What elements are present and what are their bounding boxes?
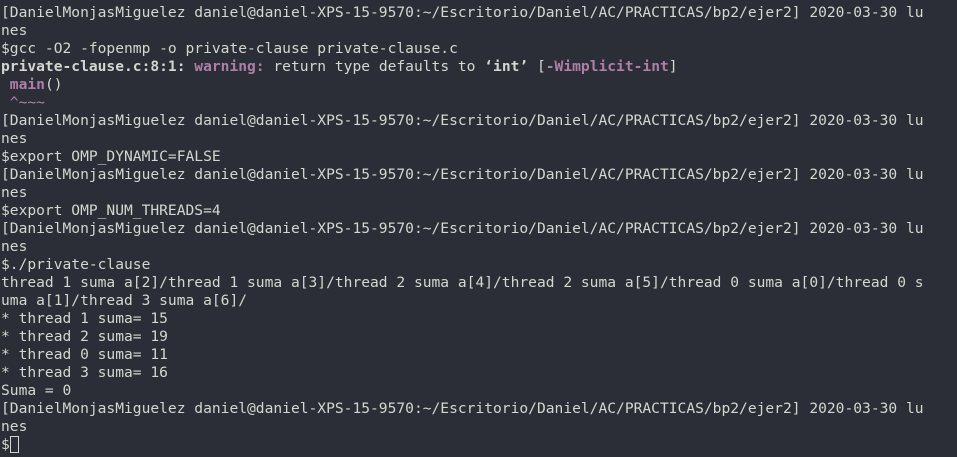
export-threads-command: $export OMP_NUM_THREADS=4: [1, 202, 221, 219]
text-cursor[interactable]: [9, 436, 19, 453]
export-dynamic-command: $export OMP_DYNAMIC=FALSE: [1, 148, 221, 165]
source-parens: (): [44, 76, 63, 93]
warning-text: return type defaults to: [264, 58, 485, 75]
prompt-header-wrap: nes: [1, 22, 28, 39]
prompt-symbol: $: [1, 436, 10, 453]
prompt-header-wrap: nes: [1, 184, 28, 201]
thread-sum-line: * thread 1 suma= 15: [1, 310, 168, 327]
thread-output-line: uma a[1]/thread 3 suma a[6]/: [1, 292, 248, 309]
prompt-header: [DanielMonjasMiguelez daniel@daniel-XPS-…: [1, 112, 924, 129]
source-line: main(): [1, 76, 957, 94]
warning-flag: -Wimplicit-int: [545, 58, 669, 75]
compiler-warning: private-clause.c:8:1: warning: return ty…: [1, 58, 957, 76]
warning-flag-open: [: [528, 58, 546, 75]
warning-type: ‘int’: [484, 58, 529, 75]
run-command: $./private-clause: [1, 256, 151, 273]
source-function: main: [9, 76, 45, 93]
thread-sum-line: * thread 0 suma= 11: [1, 346, 168, 363]
current-prompt[interactable]: $: [1, 436, 957, 454]
thread-sum-line: * thread 2 suma= 19: [1, 328, 168, 345]
total-sum-line: Suma = 0: [1, 382, 72, 399]
thread-sum-line: * thread 3 suma= 16: [1, 364, 168, 381]
gcc-command: $gcc -O2 -fopenmp -o private-clause priv…: [1, 40, 458, 57]
thread-output-line: thread 1 suma a[2]/thread 1 suma a[3]/th…: [1, 274, 924, 291]
prompt-header: [DanielMonjasMiguelez daniel@daniel-XPS-…: [1, 220, 924, 237]
warning-label: warning:: [185, 58, 265, 75]
terminal-window[interactable]: [DanielMonjasMiguelez daniel@daniel-XPS-…: [0, 0, 957, 457]
prompt-header: [DanielMonjasMiguelez daniel@daniel-XPS-…: [1, 400, 924, 417]
warning-flag-close: ]: [668, 58, 678, 75]
prompt-header: [DanielMonjasMiguelez daniel@daniel-XPS-…: [1, 4, 924, 21]
warning-location: private-clause.c:8:1:: [1, 58, 186, 75]
prompt-header-wrap: nes: [1, 418, 28, 435]
prompt-header-wrap: nes: [1, 238, 28, 255]
caret-line: ^~~~: [1, 94, 45, 111]
prompt-header-wrap: nes: [1, 130, 28, 147]
prompt-header: [DanielMonjasMiguelez daniel@daniel-XPS-…: [1, 166, 924, 183]
